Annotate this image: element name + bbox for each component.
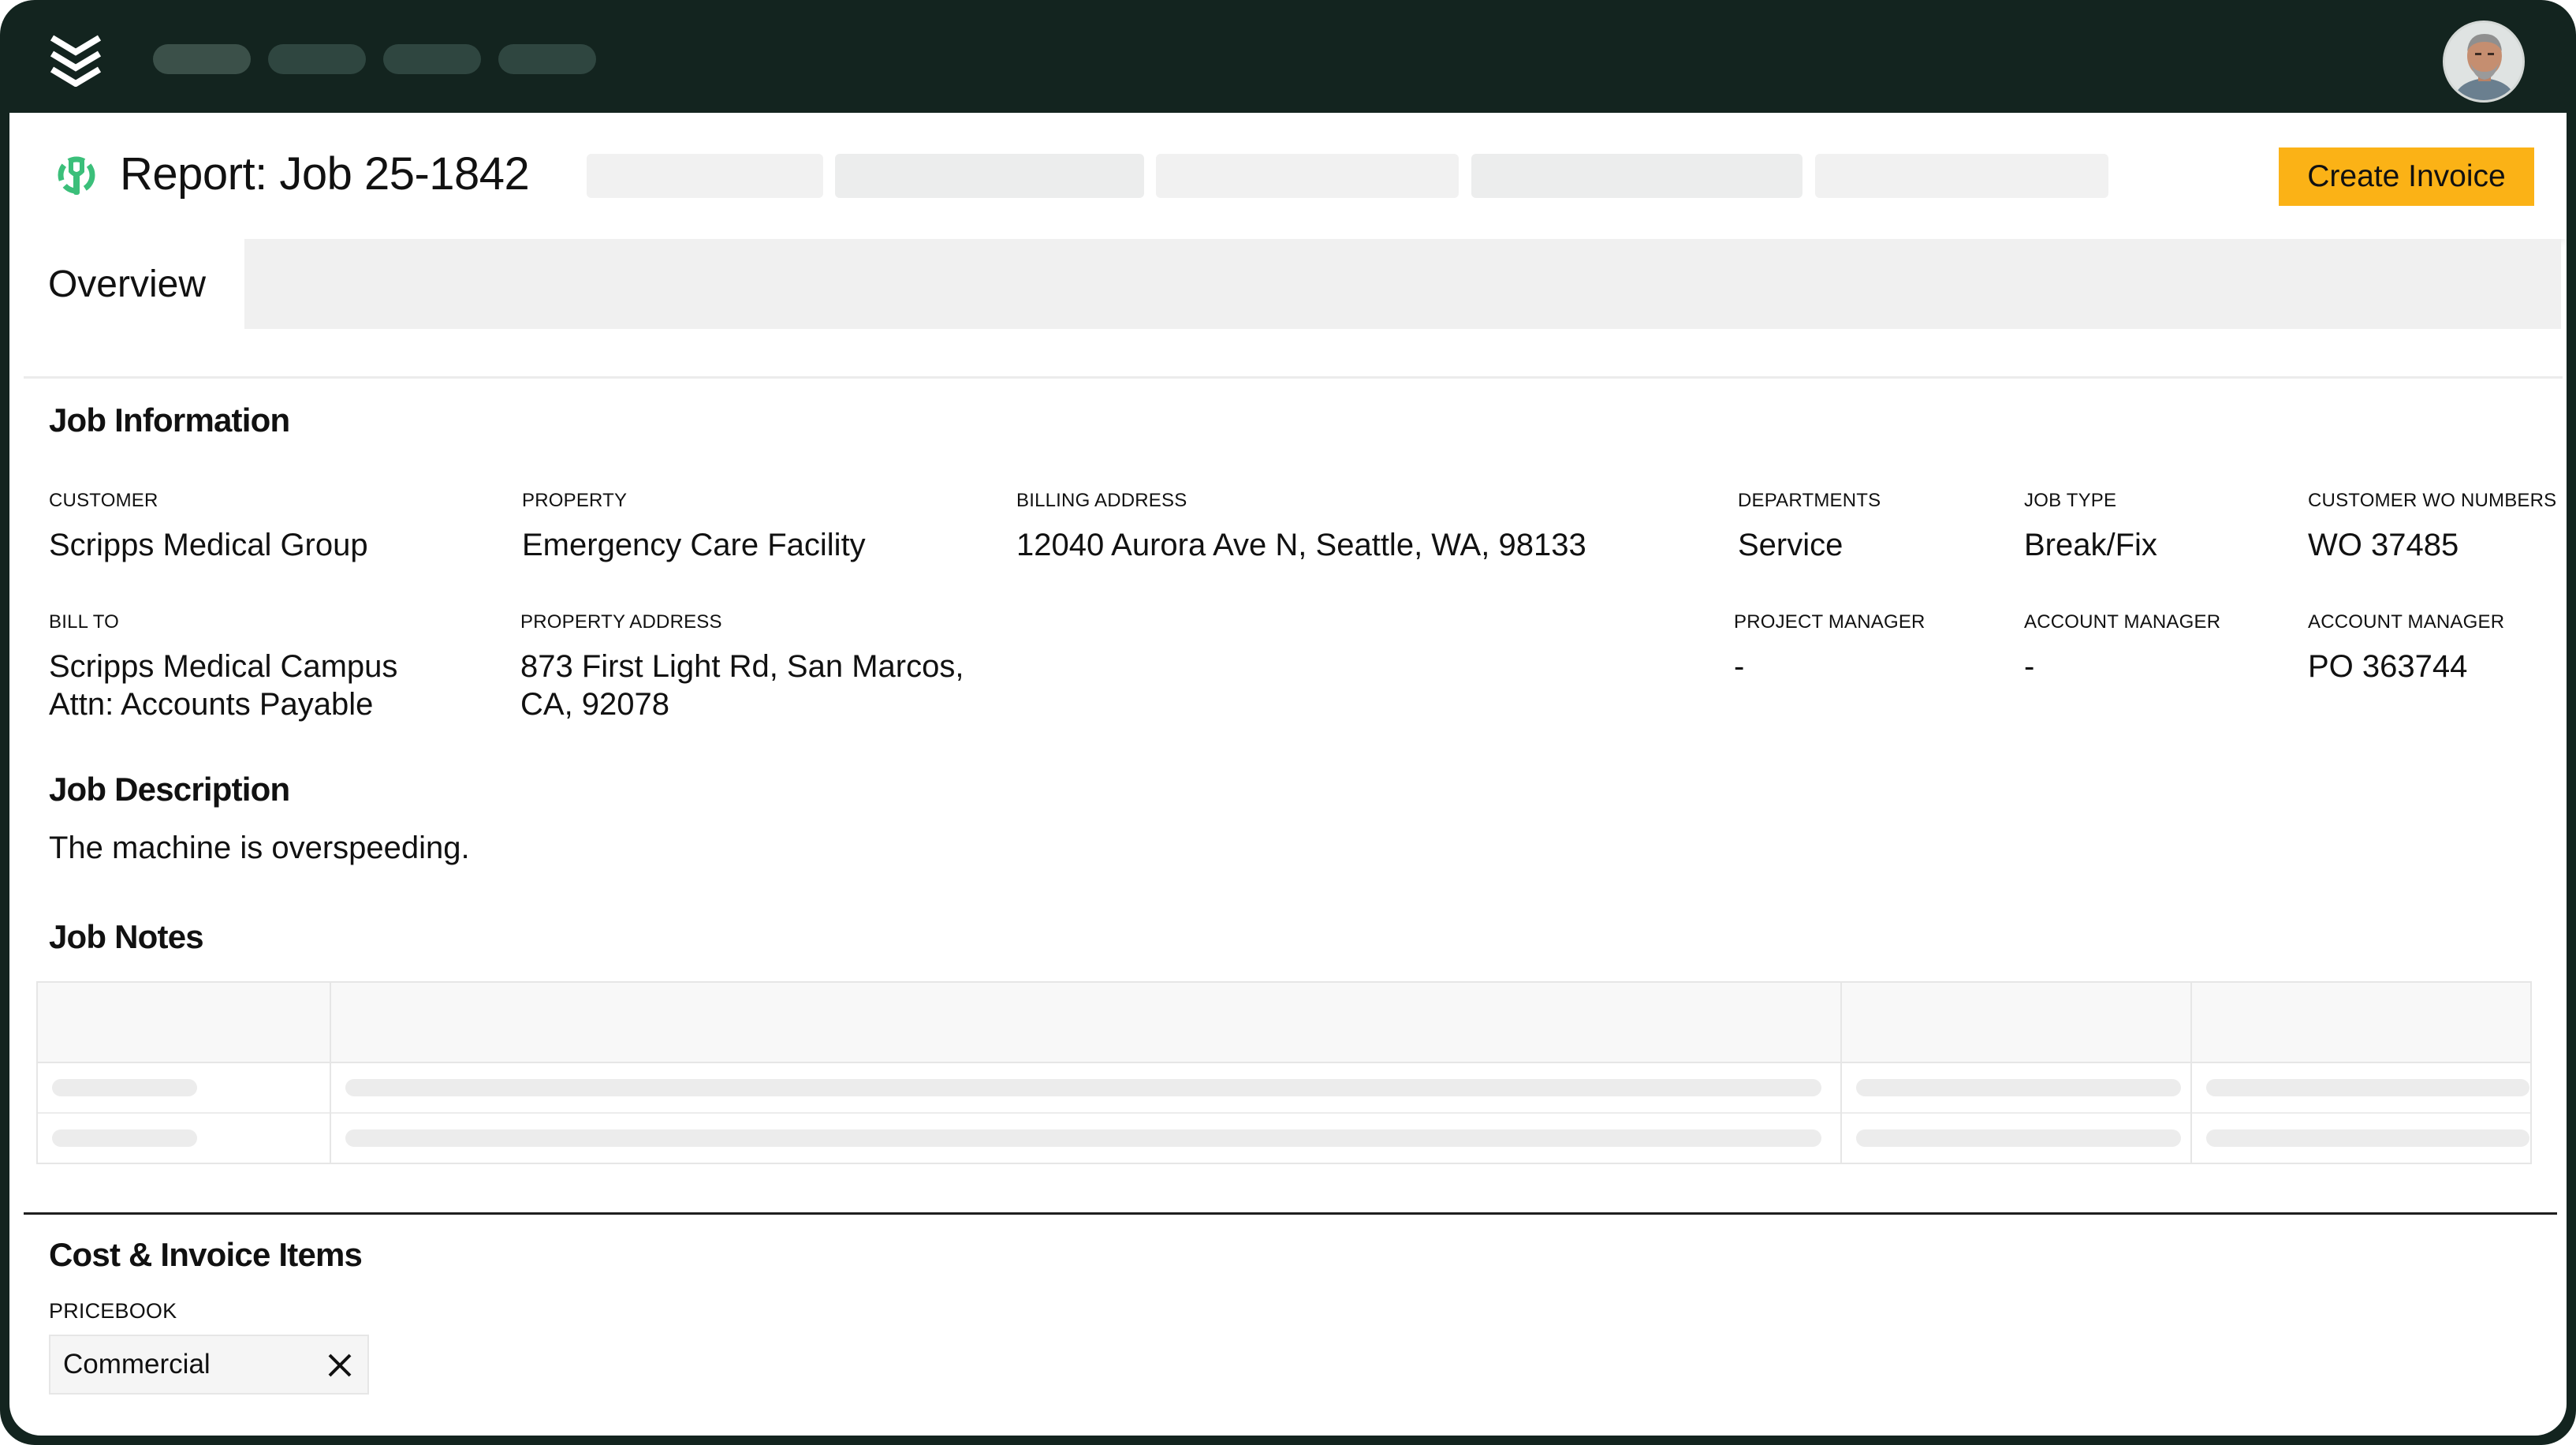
pricebook-value: Commercial	[63, 1349, 211, 1380]
nav-item-placeholder-1[interactable]	[153, 44, 251, 74]
page-header: Report: Job 25-1842 Create Invoice	[9, 113, 2567, 239]
departments-value: Service	[1738, 528, 1843, 562]
header-placeholder-4	[1471, 154, 1802, 198]
job-type-label: JOB TYPE	[2024, 490, 2117, 511]
bill-to-line1: Scripps Medical Campus	[49, 649, 398, 684]
user-avatar[interactable]	[2443, 21, 2525, 103]
section-divider	[24, 376, 2563, 379]
row-placeholder-bar	[52, 1129, 197, 1147]
header-placeholder-3	[1156, 154, 1459, 198]
billing-address-label: BILLING ADDRESS	[1016, 490, 1187, 511]
job-notes-table	[36, 981, 2532, 1164]
pricebook-select[interactable]: Commercial	[49, 1335, 369, 1395]
app-window: Report: Job 25-1842 Create Invoice Overv…	[0, 0, 2576, 1445]
table-row[interactable]	[38, 1114, 2530, 1164]
row-placeholder-bar	[52, 1079, 197, 1096]
main-content: Report: Job 25-1842 Create Invoice Overv…	[9, 113, 2567, 1436]
section-divider-dark	[24, 1212, 2557, 1215]
top-nav-bar	[0, 0, 2576, 113]
pricebook-label: PRICEBOOK	[49, 1299, 177, 1323]
cost-invoice-heading: Cost & Invoice Items	[49, 1236, 363, 1273]
account-manager-po-label: ACCOUNT MANAGER	[2308, 611, 2505, 633]
project-manager-value: -	[1734, 649, 1745, 684]
row-placeholder-bar	[1856, 1129, 2181, 1147]
job-description-heading: Job Description	[49, 771, 290, 808]
job-notes-heading: Job Notes	[49, 918, 204, 955]
column-divider	[330, 983, 331, 1163]
bill-to-label: BILL TO	[49, 611, 120, 633]
billing-address-value: 12040 Aurora Ave N, Seattle, WA, 98133	[1016, 528, 1586, 562]
wrench-gear-icon	[58, 156, 95, 195]
row-placeholder-bar	[345, 1129, 1821, 1147]
column-divider	[2190, 983, 2192, 1163]
close-icon[interactable]	[323, 1349, 356, 1382]
row-placeholder-bar	[2206, 1129, 2529, 1147]
departments-label: DEPARTMENTS	[1738, 490, 1881, 511]
bill-to-line2: Attn: Accounts Payable	[49, 687, 374, 722]
row-placeholder-bar	[2206, 1079, 2529, 1096]
account-manager-po-value: PO 363744	[2308, 649, 2468, 684]
account-manager-value: -	[2024, 649, 2035, 684]
row-placeholder-bar	[1856, 1079, 2181, 1096]
job-type-value: Break/Fix	[2024, 528, 2157, 562]
customer-wo-numbers-value: WO 37485	[2308, 528, 2459, 562]
nav-item-placeholder-4[interactable]	[498, 44, 596, 74]
job-information-heading: Job Information	[49, 401, 290, 439]
row-placeholder-bar	[345, 1079, 1821, 1096]
customer-label: CUSTOMER	[49, 490, 158, 511]
create-invoice-button[interactable]: Create Invoice	[2279, 147, 2534, 206]
nav-item-placeholder-2[interactable]	[268, 44, 366, 74]
job-description-text: The machine is overspeeding.	[49, 831, 470, 865]
property-address-label: PROPERTY ADDRESS	[520, 611, 722, 633]
account-manager-label: ACCOUNT MANAGER	[2024, 611, 2221, 633]
property-value: Emergency Care Facility	[522, 528, 866, 562]
property-label: PROPERTY	[522, 490, 628, 511]
header-placeholder-1	[587, 154, 823, 198]
customer-value: Scripps Medical Group	[49, 528, 368, 562]
property-address-line2: CA, 92078	[520, 687, 670, 722]
app-logo-icon[interactable]	[47, 33, 104, 87]
project-manager-label: PROJECT MANAGER	[1734, 611, 1925, 633]
column-divider	[1840, 983, 1842, 1163]
table-row[interactable]	[38, 1063, 2530, 1114]
page-title: Report: Job 25-1842	[120, 148, 530, 200]
job-notes-table-header	[38, 983, 2530, 1063]
property-address-line1: 873 First Light Rd, San Marcos,	[520, 649, 964, 684]
header-placeholder-2	[835, 154, 1144, 198]
user-avatar-icon	[2445, 23, 2522, 100]
customer-wo-numbers-label: CUSTOMER WO NUMBERS	[2308, 490, 2557, 511]
nav-item-placeholder-3[interactable]	[383, 44, 481, 74]
header-placeholder-5	[1815, 154, 2108, 198]
tabs-bar: Overview	[9, 239, 2561, 329]
tab-overview[interactable]: Overview	[9, 239, 244, 329]
